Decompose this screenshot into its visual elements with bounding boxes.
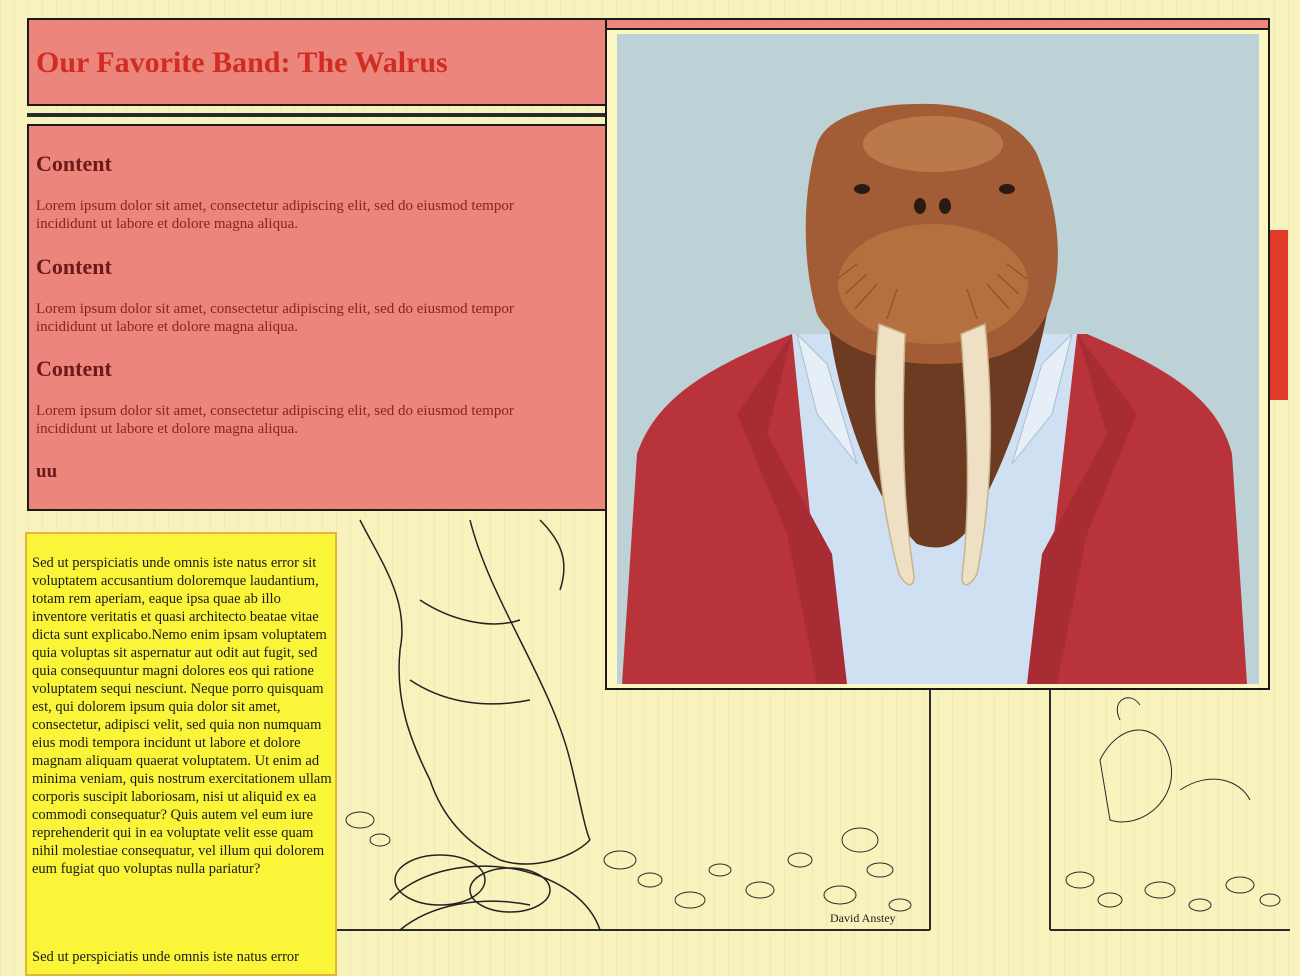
right-red-bar	[1270, 230, 1288, 400]
section-heading: Content	[36, 151, 112, 176]
sketch-figure	[359, 519, 601, 931]
sidebar-paragraph: Sed ut perspiciatis unde omnis iste natu…	[32, 949, 299, 965]
illustration-signature: David Anstey	[830, 911, 896, 925]
walrus-snout	[838, 224, 1028, 344]
sketch-rocks	[345, 697, 1281, 912]
sidebar-text-panel: Sed ut perspiciatis unde omnis iste natu…	[25, 532, 337, 976]
right-eye	[999, 184, 1015, 194]
section-heading: Content	[36, 254, 112, 279]
walrus-photo-frame	[605, 28, 1270, 690]
page-header: Our Favorite Band: The Walrus	[27, 18, 607, 106]
section-heading: Content	[36, 356, 112, 381]
section-body: Lorem ipsum dolor sit amet, consectetur …	[36, 403, 514, 437]
right-nostril	[939, 198, 951, 214]
walrus-illustration	[622, 103, 1247, 684]
sidebar-paragraph: Sed ut perspiciatis unde omnis iste natu…	[32, 555, 332, 877]
walrus-photo	[617, 34, 1259, 684]
content-panel: Content Lorem ipsum dolor sit amet, cons…	[27, 124, 607, 511]
left-nostril	[914, 198, 926, 214]
section-body: Lorem ipsum dolor sit amet, consectetur …	[36, 198, 514, 232]
left-eye	[854, 184, 870, 194]
section-body: Lorem ipsum dolor sit amet, consectetur …	[36, 301, 514, 335]
page-title: Our Favorite Band: The Walrus	[36, 46, 448, 79]
content-subheading: uu	[36, 461, 58, 482]
